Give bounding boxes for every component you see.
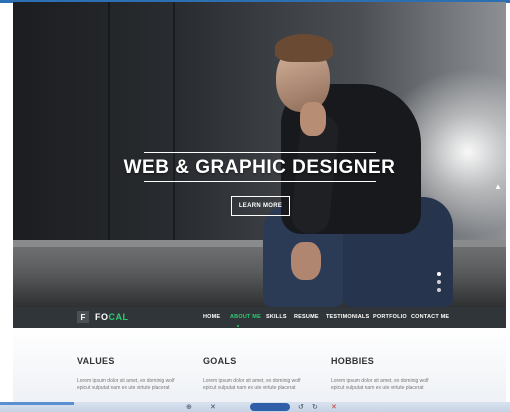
stop-icon[interactable]: ✕ — [331, 404, 337, 411]
section-text-hobbies: Lorem ipsum dolor sit amet, ex dominig w… — [331, 378, 429, 391]
logo-text-part-b: CAL — [108, 312, 129, 322]
wall-panel-line — [173, 2, 175, 242]
nav-item-testimonials[interactable]: TESTIMONIALS — [326, 314, 369, 320]
hero-photo-person — [291, 242, 321, 280]
play-pause-icon[interactable] — [250, 403, 290, 411]
logo-mark[interactable]: F — [77, 311, 89, 323]
section-title-hobbies: HOBBIES — [331, 356, 375, 366]
section-text-values: Lorem ipsum dolor sit amet, ex dominig w… — [77, 378, 175, 391]
slide-dot[interactable] — [437, 280, 441, 284]
slide-dot[interactable] — [437, 272, 441, 276]
nav-item-contact-me[interactable]: CONTACT ME — [411, 314, 449, 320]
nav-item-skills[interactable]: SKILLS — [266, 314, 287, 320]
hero-slider: WEB & GRAPHIC DESIGNER LEARN MORE ▲ — [13, 2, 506, 307]
zoom-icon[interactable]: ⊕ — [186, 404, 192, 411]
video-progress-bar[interactable] — [0, 402, 74, 405]
slide-dot[interactable] — [437, 288, 441, 292]
wall-panel-line — [108, 2, 110, 242]
hero-title: WEB & GRAPHIC DESIGNER — [123, 157, 396, 178]
section-title-values: VALUES — [77, 356, 115, 366]
section-title-goals: GOALS — [203, 356, 237, 366]
nav-item-home[interactable]: HOME — [203, 314, 220, 320]
close-icon[interactable]: ✕ — [210, 404, 216, 411]
hero-title-rule-top — [144, 152, 376, 153]
hero-photo-person — [300, 102, 326, 136]
nav-item-resume[interactable]: RESUME — [294, 314, 319, 320]
cursor-icon: ▲ — [494, 182, 502, 191]
redo-icon[interactable]: ↻ — [312, 404, 318, 411]
learn-more-button[interactable]: LEARN MORE — [231, 196, 290, 216]
main-navbar: F FOCAL HOME ABOUT ME SKILLS RESUME TEST… — [13, 307, 506, 328]
rewind-icon[interactable]: ↺ — [298, 404, 304, 411]
logo-text[interactable]: FOCAL — [95, 312, 129, 322]
hero-title-rule-bottom — [144, 181, 376, 182]
logo-text-part-a: FO — [95, 312, 109, 322]
slide-indicator — [437, 272, 443, 296]
section-text-goals: Lorem ipsum dolor sit amet, ex dominig w… — [203, 378, 301, 391]
hero-photo-person — [275, 34, 333, 62]
nav-item-about-me[interactable]: ABOUT ME — [230, 314, 261, 320]
active-nav-indicator — [237, 325, 239, 327]
nav-item-portfolio[interactable]: PORTFOLIO — [373, 314, 407, 320]
